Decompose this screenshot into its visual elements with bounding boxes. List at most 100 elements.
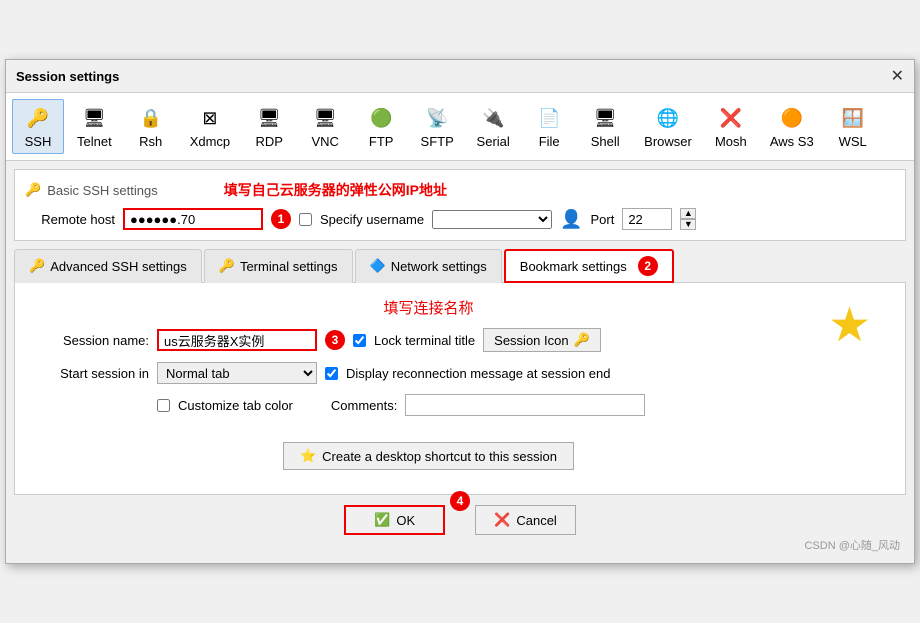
dialog-content: 🔑 Basic SSH settings 填写自己云服务器的弹性公网IP地址 R… xyxy=(6,161,914,563)
port-down-btn[interactable]: ▼ xyxy=(680,219,696,230)
create-shortcut-button[interactable]: ⭐ Create a desktop shortcut to this sess… xyxy=(283,442,574,470)
step-badge-3: 3 xyxy=(325,330,345,350)
ok-icon: ✅ xyxy=(374,512,390,528)
advanced-tab-label: Advanced SSH settings xyxy=(50,259,187,274)
session-icon-button[interactable]: Session Icon 🔑 xyxy=(483,328,601,352)
session-icon-label: Session Icon xyxy=(494,333,568,348)
proto-label-telnet: Telnet xyxy=(77,134,112,149)
port-label: Port xyxy=(590,212,614,227)
session-icon-img: 🔑 xyxy=(574,332,590,348)
specify-username-checkbox[interactable] xyxy=(299,213,312,226)
proto-btn-shell[interactable]: 🖥 Shell xyxy=(579,99,631,154)
comments-input[interactable] xyxy=(405,394,645,416)
tab-network[interactable]: 🔷 Network settings xyxy=(355,249,502,283)
proto-label-rsh: Rsh xyxy=(139,134,162,149)
proto-label-file: File xyxy=(539,134,560,149)
proto-btn-wsl[interactable]: 🪟 WSL xyxy=(827,99,879,154)
start-session-row: Start session in Normal tab Display reco… xyxy=(29,362,828,384)
comments-label: Comments: xyxy=(331,398,397,413)
ssh-icon: 🔑 xyxy=(24,104,52,132)
wsl-icon: 🪟 xyxy=(839,104,867,132)
basic-tab-header: 🔑 Basic SSH settings 填写自己云服务器的弹性公网IP地址 xyxy=(25,180,895,200)
proto-btn-ftp[interactable]: 🟢 FTP xyxy=(355,99,407,154)
basic-tab-icon: 🔑 xyxy=(25,182,41,198)
customize-row: Customize tab color Comments: xyxy=(29,394,828,416)
star-decoration: ★ xyxy=(828,297,871,353)
start-session-select[interactable]: Normal tab xyxy=(157,362,317,384)
proto-label-awss3: Aws S3 xyxy=(770,134,814,149)
proto-btn-mosh[interactable]: ❌ Mosh xyxy=(705,99,757,154)
sftp-icon: 📡 xyxy=(423,104,451,132)
proto-btn-serial[interactable]: 🔌 Serial xyxy=(467,99,519,154)
specify-username-label: Specify username xyxy=(320,212,424,227)
proto-btn-ssh[interactable]: 🔑 SSH xyxy=(12,99,64,154)
star-shortcut-icon: ⭐ xyxy=(300,448,316,464)
proto-label-serial: Serial xyxy=(477,134,510,149)
proto-btn-rsh[interactable]: 🔒 Rsh xyxy=(125,99,177,154)
network-tab-icon: 🔷 xyxy=(370,258,386,274)
basic-tab-title: Basic SSH settings xyxy=(47,183,158,198)
proto-btn-vnc[interactable]: 🖥 VNC xyxy=(299,99,351,154)
xdmcp-icon: ⊠ xyxy=(196,104,224,132)
protocol-bar: 🔑 SSH 🖥 Telnet 🔒 Rsh ⊠ Xdmcp 🖥 RDP 🖥 VNC… xyxy=(6,93,914,161)
cancel-button[interactable]: ❌ Cancel xyxy=(475,505,576,535)
terminal-tab-label: Terminal settings xyxy=(240,259,338,274)
shortcut-btn-label: Create a desktop shortcut to this sessio… xyxy=(322,449,557,464)
lock-terminal-checkbox[interactable] xyxy=(353,334,366,347)
ftp-icon: 🟢 xyxy=(367,104,395,132)
proto-btn-awss3[interactable]: 🟠 Aws S3 xyxy=(761,99,823,154)
browser-icon: 🌐 xyxy=(654,104,682,132)
proto-btn-xdmcp[interactable]: ⊠ Xdmcp xyxy=(181,99,239,154)
rdp-icon: 🖥 xyxy=(255,104,283,132)
proto-label-shell: Shell xyxy=(591,134,620,149)
proto-btn-sftp[interactable]: 📡 SFTP xyxy=(411,99,463,154)
port-spinner[interactable]: ▲ ▼ xyxy=(680,208,696,230)
proto-label-vnc: VNC xyxy=(311,134,338,149)
tab-terminal[interactable]: 🔑 Terminal settings xyxy=(204,249,353,283)
session-name-label: Session name: xyxy=(29,333,149,348)
terminal-tab-icon: 🔑 xyxy=(219,258,235,274)
bookmark-tab-content: 填写连接名称 Session name: document.querySelec… xyxy=(14,282,906,495)
proto-label-mosh: Mosh xyxy=(715,134,747,149)
settings-tabs: 🔑 Advanced SSH settings 🔑 Terminal setti… xyxy=(14,249,906,283)
cancel-label: Cancel xyxy=(516,513,556,528)
bookmark-form: 填写连接名称 Session name: document.querySelec… xyxy=(29,297,828,480)
close-button[interactable]: ✕ xyxy=(891,66,904,86)
session-name-input[interactable] xyxy=(157,329,317,351)
remote-host-label: Remote host xyxy=(25,212,115,227)
display-reconnect-checkbox[interactable] xyxy=(325,367,338,380)
username-select[interactable] xyxy=(432,210,552,229)
proto-label-wsl: WSL xyxy=(839,134,867,149)
customize-tab-color-checkbox[interactable] xyxy=(157,399,170,412)
network-tab-label: Network settings xyxy=(391,259,487,274)
dialog-title: Session settings xyxy=(16,69,119,84)
tab-bookmark[interactable]: Bookmark settings 2 xyxy=(504,249,674,283)
ok-button[interactable]: ✅ OK xyxy=(344,505,445,535)
proto-label-ssh: SSH xyxy=(25,134,52,149)
port-up-btn[interactable]: ▲ xyxy=(680,208,696,219)
port-input[interactable] xyxy=(622,208,672,230)
telnet-icon: 🖥 xyxy=(80,104,108,132)
advanced-tab-icon: 🔑 xyxy=(29,258,45,274)
proto-label-xdmcp: Xdmcp xyxy=(190,134,230,149)
remote-host-input[interactable] xyxy=(123,208,263,230)
display-reconnect-label: Display reconnection message at session … xyxy=(346,366,610,381)
user-icon: 👤 xyxy=(560,209,582,230)
tab-advanced[interactable]: 🔑 Advanced SSH settings xyxy=(14,249,202,283)
basic-ssh-panel: 🔑 Basic SSH settings 填写自己云服务器的弹性公网IP地址 R… xyxy=(14,169,906,241)
proto-btn-browser[interactable]: 🌐 Browser xyxy=(635,99,701,154)
annotation-text: 填写自己云服务器的弹性公网IP地址 xyxy=(224,180,447,200)
file-icon: 📄 xyxy=(535,104,563,132)
proto-btn-telnet[interactable]: 🖥 Telnet xyxy=(68,99,121,154)
proto-label-sftp: SFTP xyxy=(421,134,454,149)
awss3-icon: 🟠 xyxy=(778,104,806,132)
vnc-icon: 🖥 xyxy=(311,104,339,132)
session-name-row: Session name: document.querySelector('[d… xyxy=(29,328,828,352)
rsh-icon: 🔒 xyxy=(137,104,165,132)
proto-btn-rdp[interactable]: 🖥 RDP xyxy=(243,99,295,154)
proto-btn-file[interactable]: 📄 File xyxy=(523,99,575,154)
proto-label-rdp: RDP xyxy=(255,134,282,149)
session-settings-dialog: Session settings ✕ 🔑 SSH 🖥 Telnet 🔒 Rsh … xyxy=(5,59,915,564)
proto-label-ftp: FTP xyxy=(369,134,394,149)
shell-icon: 🖥 xyxy=(591,104,619,132)
